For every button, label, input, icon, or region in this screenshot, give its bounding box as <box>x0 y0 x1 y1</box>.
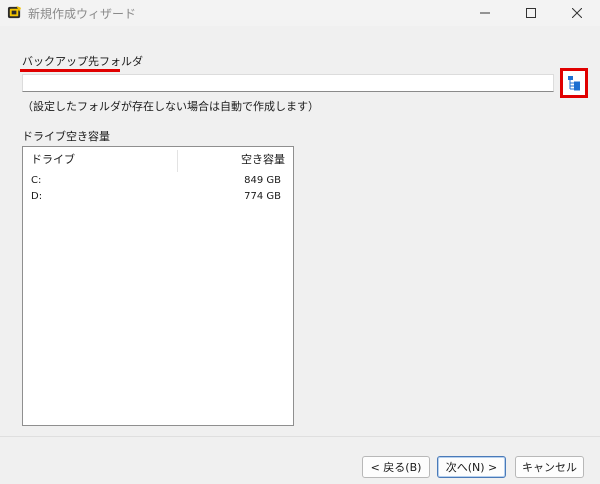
title-bar: 新規作成ウィザード <box>0 0 600 26</box>
drive-space-label: ドライブ空き容量 <box>22 130 110 143</box>
minimize-icon <box>480 12 490 14</box>
column-divider[interactable] <box>177 150 178 172</box>
folder-hint-text: （設定したフォルダが存在しない場合は自動で作成します） <box>22 100 319 113</box>
column-header-free-space[interactable]: 空き容量 <box>241 151 285 167</box>
minimize-button[interactable] <box>462 0 508 26</box>
back-button[interactable]: < 戻る(B) <box>362 456 430 478</box>
browse-folder-button[interactable] <box>560 68 588 98</box>
maximize-button[interactable] <box>508 0 554 26</box>
close-button[interactable] <box>554 0 600 26</box>
list-item[interactable]: C: 849 GB <box>23 175 293 191</box>
next-button[interactable]: 次へ(N) > <box>437 456 506 478</box>
list-item[interactable]: D: 774 GB <box>23 191 293 207</box>
backup-folder-input[interactable] <box>22 74 554 92</box>
drive-letter: D: <box>31 191 43 202</box>
label-highlight-underline <box>20 69 120 72</box>
maximize-icon <box>526 8 536 18</box>
drive-letter: C: <box>31 175 42 186</box>
window-title: 新規作成ウィザード <box>28 7 137 21</box>
free-space-value: 849 GB <box>244 175 281 186</box>
footer-bar <box>0 437 600 484</box>
free-space-value: 774 GB <box>244 191 281 202</box>
app-icon <box>7 5 22 19</box>
cancel-button[interactable]: キャンセル <box>515 456 584 478</box>
drive-space-list[interactable]: ドライブ 空き容量 C: 849 GB D: 774 GB <box>22 146 294 426</box>
backup-folder-label: バックアップ先フォルダ <box>22 55 143 68</box>
column-header-drive[interactable]: ドライブ <box>31 151 75 167</box>
folder-tree-icon <box>568 76 580 91</box>
close-icon <box>572 8 582 18</box>
